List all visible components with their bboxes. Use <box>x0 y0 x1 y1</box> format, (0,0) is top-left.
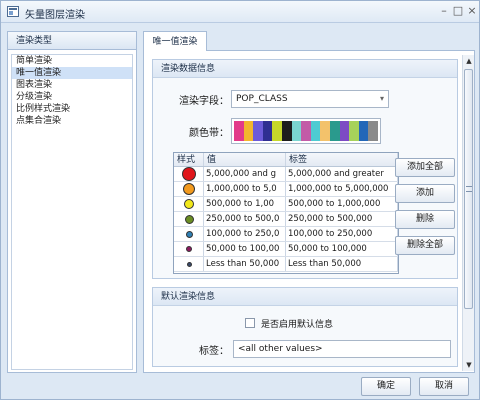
ramp-swatch <box>281 121 292 141</box>
render-field-select[interactable]: POP_CLASS ▾ <box>231 90 389 108</box>
add-all-button[interactable]: 添加全部 <box>395 158 455 177</box>
render-type-list: 简单渲染 唯一值渲染 图表渲染 分级渲染 比例样式渲染 点集合渲染 <box>11 54 133 370</box>
chevron-down-icon: ▾ <box>379 94 384 103</box>
scroll-thumb[interactable] <box>464 69 473 309</box>
close-icon[interactable]: × <box>465 4 479 18</box>
unique-value-table: 样式 值 标签 5,000,000 and g 5,000,000 and gre… <box>173 152 399 274</box>
render-type-item-graduated[interactable]: 分级渲染 <box>12 91 132 103</box>
render-field-value: POP_CLASS <box>236 94 288 104</box>
ramp-swatch <box>329 121 340 141</box>
color-ramp-label: 颜色带： <box>189 128 229 139</box>
ramp-swatch <box>262 121 273 141</box>
ramp-swatch <box>358 121 369 141</box>
label-cell[interactable]: 1,000,000 to 5,000,000 <box>286 182 398 196</box>
circle-symbol-icon <box>182 167 196 181</box>
header-value: 值 <box>204 153 286 166</box>
render-type-header: 渲染类型 <box>8 32 136 50</box>
symbol-cell[interactable] <box>174 197 204 211</box>
delete-all-button[interactable]: 删除全部 <box>395 236 455 255</box>
symbol-cell[interactable] <box>174 212 204 226</box>
table-row[interactable]: 5,000,000 and g 5,000,000 and greater <box>174 167 398 182</box>
scroll-down-icon[interactable]: ▼ <box>463 359 475 371</box>
grip-icon <box>466 186 472 192</box>
default-info-header: 默认渲染信息 <box>153 288 457 306</box>
enable-default-checkbox[interactable] <box>245 318 255 328</box>
table-row[interactable]: Less than 50,000 Less than 50,000 <box>174 257 398 272</box>
value-cell: Less than 50,000 <box>204 257 286 271</box>
data-info-section: 渲染数据信息 渲染字段： POP_CLASS ▾ 颜色带： 样式 值 标签 5,… <box>152 59 458 279</box>
label-cell[interactable]: 5,000,000 and greater <box>286 167 398 181</box>
table-row[interactable]: 50,000 to 100,00 50,000 to 100,000 <box>174 242 398 257</box>
delete-button[interactable]: 删除 <box>395 210 455 229</box>
render-type-item-chart[interactable]: 图表渲染 <box>12 79 132 91</box>
value-cell: 1,000,000 to 5,0 <box>204 182 286 196</box>
scroll-up-icon[interactable]: ▲ <box>463 55 475 67</box>
render-type-item-proportional[interactable]: 比例样式渲染 <box>12 103 132 115</box>
symbol-cell[interactable] <box>174 242 204 256</box>
render-type-item-dot-density[interactable]: 点集合渲染 <box>12 115 132 127</box>
symbol-cell[interactable] <box>174 167 204 181</box>
ramp-swatch <box>272 121 282 141</box>
header-symbol: 样式 <box>174 153 204 166</box>
header-label: 标签 <box>286 153 398 166</box>
ramp-swatch <box>301 121 311 141</box>
add-button[interactable]: 添加 <box>395 184 455 203</box>
default-label-input[interactable]: <all other values> <box>233 340 451 358</box>
value-cell: 5,000,000 and g <box>204 167 286 181</box>
symbol-cell[interactable] <box>174 182 204 196</box>
ramp-swatch <box>320 121 330 141</box>
label-cell[interactable]: 100,000 to 250,000 <box>286 227 398 241</box>
render-type-item-simple[interactable]: 简单渲染 <box>12 55 132 67</box>
label-cell[interactable]: 50,000 to 100,000 <box>286 242 398 256</box>
enable-default-label: 是否启用默认信息 <box>261 320 334 330</box>
circle-symbol-icon <box>186 246 192 252</box>
ramp-swatch <box>368 121 378 141</box>
label-cell[interactable]: Less than 50,000 <box>286 257 398 271</box>
tab-unique-value[interactable]: 唯一值渲染 <box>143 31 207 51</box>
color-ramp-picker[interactable] <box>231 118 381 144</box>
data-info-header: 渲染数据信息 <box>153 60 457 78</box>
symbol-cell[interactable] <box>174 257 204 271</box>
circle-symbol-icon <box>183 183 195 195</box>
field-label: 渲染字段： <box>179 96 229 107</box>
cancel-button[interactable]: 取消 <box>419 377 469 396</box>
circle-symbol-icon <box>185 230 193 238</box>
circle-symbol-icon <box>184 214 194 224</box>
label-cell[interactable]: 250,000 to 500,000 <box>286 212 398 226</box>
maximize-icon[interactable]: □ <box>451 4 465 18</box>
render-type-item-unique-value[interactable]: 唯一值渲染 <box>12 67 132 79</box>
ramp-swatch <box>253 121 263 141</box>
value-cell: 250,000 to 500,0 <box>204 212 286 226</box>
window-icon <box>7 6 19 17</box>
unique-value-content: 渲染数据信息 渲染字段： POP_CLASS ▾ 颜色带： 样式 值 标签 5,… <box>143 50 475 373</box>
ramp-swatch <box>349 121 359 141</box>
value-cell: 50,000 to 100,00 <box>204 242 286 256</box>
minimize-icon[interactable]: – <box>437 4 451 18</box>
table-row[interactable]: 1,000,000 to 5,0 1,000,000 to 5,000,000 <box>174 182 398 197</box>
circle-symbol-icon <box>186 261 192 267</box>
ramp-swatch <box>243 121 254 141</box>
default-label-label: 标签： <box>199 346 229 357</box>
renderer-dialog: 矢量图层渲染 – □ × 渲染类型 简单渲染 唯一值渲染 图表渲染 分级渲染 比… <box>0 0 480 400</box>
vertical-scrollbar[interactable]: ▲ ▼ <box>462 55 474 371</box>
circle-symbol-icon <box>184 199 194 209</box>
table-body: 5,000,000 and g 5,000,000 and greater 1,00… <box>174 167 398 272</box>
table-row[interactable]: 100,000 to 250,0 100,000 to 250,000 <box>174 227 398 242</box>
render-type-panel: 渲染类型 简单渲染 唯一值渲染 图表渲染 分级渲染 比例样式渲染 点集合渲染 <box>7 31 137 373</box>
default-info-section: 默认渲染信息 是否启用默认信息 标签： <all other values> <box>152 287 458 367</box>
title-bar: 矢量图层渲染 – □ × <box>1 1 479 23</box>
ok-button[interactable]: 确定 <box>361 377 411 396</box>
value-cell: 100,000 to 250,0 <box>204 227 286 241</box>
symbol-cell[interactable] <box>174 227 204 241</box>
window-title: 矢量图层渲染 <box>25 10 85 21</box>
ramp-swatch <box>339 121 350 141</box>
label-cell[interactable]: 500,000 to 1,000,000 <box>286 197 398 211</box>
ramp-swatch <box>234 121 244 141</box>
ramp-swatch <box>310 121 321 141</box>
table-row[interactable]: 250,000 to 500,0 250,000 to 500,000 <box>174 212 398 227</box>
ramp-swatch <box>291 121 302 141</box>
table-row[interactable]: 500,000 to 1,00 500,000 to 1,000,000 <box>174 197 398 212</box>
table-header: 样式 值 标签 <box>174 153 398 167</box>
value-cell: 500,000 to 1,00 <box>204 197 286 211</box>
